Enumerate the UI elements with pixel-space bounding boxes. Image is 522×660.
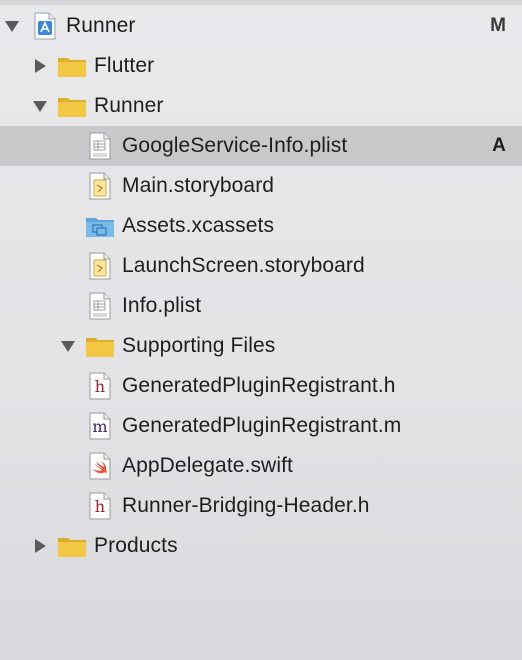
folder-icon [85,332,115,360]
file-type-letter: m [92,417,108,436]
tree-item-label: GeneratedPluginRegistrant.m [122,414,402,437]
tree-item-label: Supporting Files [122,334,276,357]
swift-file-icon [88,452,112,480]
tree-item-label: GoogleService-Info.plist [122,134,348,157]
storyboard-file-icon [88,252,112,280]
plist-file-icon [88,292,112,320]
tree-item-label: Runner [94,94,164,117]
source-control-status-badge: M [490,15,506,36]
tree-row-flutter-folder[interactable]: Flutter [0,46,522,86]
asset-catalog-icon [85,212,115,240]
project-navigator: Runner M Flutter Runner GoogleService-In… [0,6,522,566]
tree-row-runner-bridging-header-h[interactable]: h Runner-Bridging-Header.h [0,486,522,526]
tree-row-googleservice-info-plist[interactable]: GoogleService-Info.plist A [0,126,522,166]
tree-row-products-folder[interactable]: Products [0,526,522,566]
folder-icon [57,52,87,80]
tree-item-label: Flutter [94,54,155,77]
tree-row-launchscreen-storyboard[interactable]: LaunchScreen.storyboard [0,246,522,286]
disclosure-collapsed-icon[interactable] [32,58,48,74]
file-type-letter: h [94,377,106,396]
storyboard-file-icon [88,172,112,200]
tree-row-appdelegate-swift[interactable]: AppDelegate.swift [0,446,522,486]
tree-item-label: Runner [66,14,136,37]
top-divider [0,0,522,5]
file-type-letter: h [94,497,106,516]
tree-row-runner-folder[interactable]: Runner [0,86,522,126]
header-file-icon: h [88,492,112,520]
tree-row-main-storyboard[interactable]: Main.storyboard [0,166,522,206]
objc-file-icon: m [88,412,112,440]
tree-item-label: Info.plist [122,294,202,317]
tree-row-generatedpluginregistrant-m[interactable]: m GeneratedPluginRegistrant.m [0,406,522,446]
disclosure-collapsed-icon[interactable] [32,538,48,554]
tree-item-label: Runner-Bridging-Header.h [122,494,370,517]
folder-icon [57,92,87,120]
tree-row-generatedpluginregistrant-h[interactable]: h GeneratedPluginRegistrant.h [0,366,522,406]
disclosure-expanded-icon[interactable] [4,18,20,34]
plist-file-icon [88,132,112,160]
disclosure-expanded-icon[interactable] [32,98,48,114]
header-file-icon: h [88,372,112,400]
tree-row-info-plist[interactable]: Info.plist [0,286,522,326]
source-control-status-badge: A [492,135,506,156]
tree-row-supporting-files-folder[interactable]: Supporting Files [0,326,522,366]
tree-row-runner-project[interactable]: Runner M [0,6,522,46]
tree-item-label: Products [94,534,178,557]
tree-item-label: Main.storyboard [122,174,275,197]
tree-item-label: Assets.xcassets [122,214,275,237]
tree-item-label: GeneratedPluginRegistrant.h [122,374,396,397]
xcode-project-icon [32,12,58,40]
tree-item-label: AppDelegate.swift [122,454,293,477]
tree-item-label: LaunchScreen.storyboard [122,254,365,277]
disclosure-expanded-icon[interactable] [60,338,76,354]
folder-icon [57,532,87,560]
tree-row-assets-xcassets[interactable]: Assets.xcassets [0,206,522,246]
